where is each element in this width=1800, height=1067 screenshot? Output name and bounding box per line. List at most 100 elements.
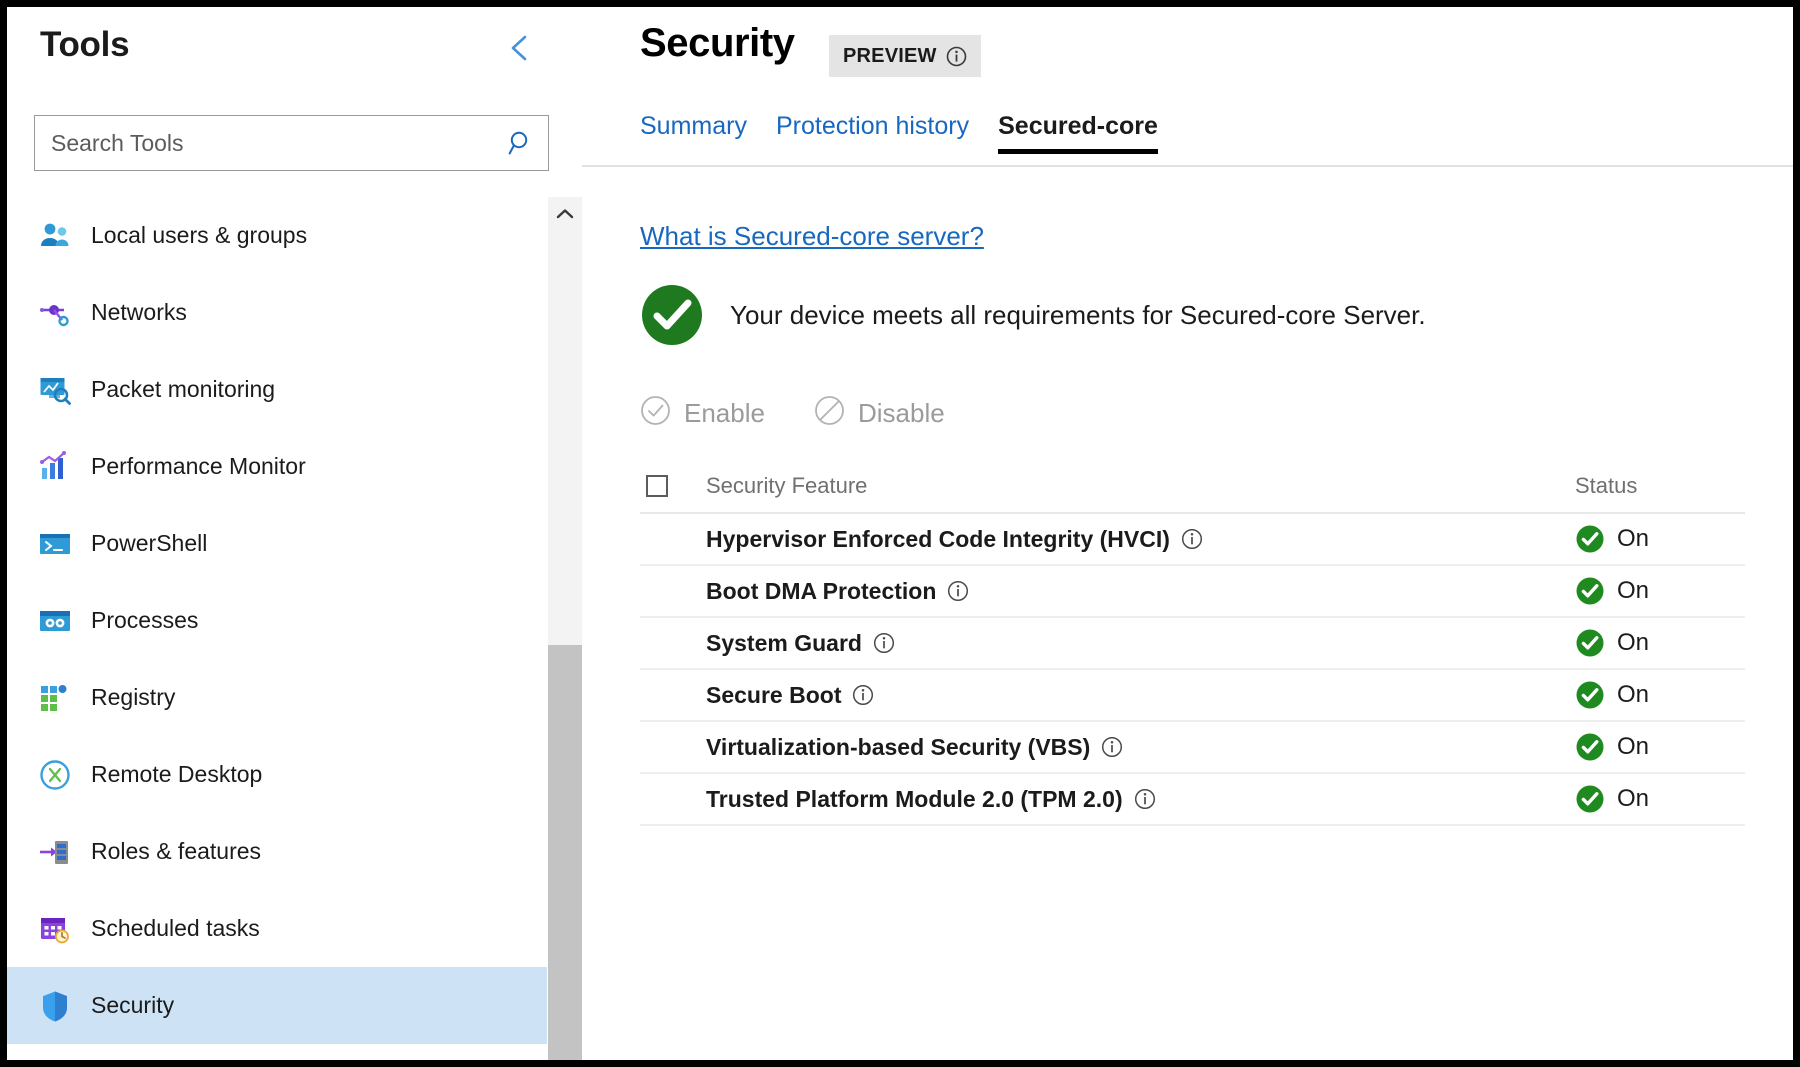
roles-features-icon (35, 832, 75, 872)
feature-cell: Secure Boot (706, 682, 1575, 709)
disable-button-label: Disable (857, 397, 945, 428)
page-title: Security (640, 21, 795, 65)
processes-icon (35, 601, 75, 641)
sidebar-item-label: Local users & groups (91, 222, 308, 248)
main-panel: Security PREVIEW Summary Protection histo… (582, 7, 1793, 1060)
tools-list: Local users & groups Networks Packet mon… (7, 197, 547, 1044)
enable-button[interactable]: Enable (640, 395, 765, 431)
remote-desktop-icon (35, 755, 75, 795)
status-cell: On (1575, 524, 1745, 554)
block-circle-icon (814, 395, 845, 431)
sidebar-item-scheduled-tasks[interactable]: Scheduled tasks (7, 890, 547, 967)
sidebar-item-label: Scheduled tasks (91, 915, 260, 941)
sidebar-item-local-users-groups[interactable]: Local users & groups (7, 197, 547, 274)
check-circle-icon (1575, 680, 1605, 710)
preview-badge-label: PREVIEW (843, 44, 937, 67)
chevron-left-icon[interactable] (503, 31, 537, 65)
sidebar-item-label: Processes (91, 607, 199, 633)
select-all-cell (646, 475, 706, 497)
info-icon[interactable] (852, 684, 874, 706)
feature-cell: Boot DMA Protection (706, 578, 1575, 605)
users-group-icon (35, 216, 75, 256)
feature-name: Boot DMA Protection (706, 577, 937, 604)
enable-button-label: Enable (684, 397, 765, 428)
feature-name: Virtualization-based Security (VBS) (706, 733, 1091, 760)
sidebar-item-performance-monitor[interactable]: Performance Monitor (7, 428, 547, 505)
tab-secured-core[interactable]: Secured-core (998, 112, 1158, 154)
check-circle-icon (640, 283, 704, 347)
status-cell: On (1575, 628, 1745, 658)
table-row[interactable]: Secure Boot On (640, 670, 1745, 722)
secured-core-body: What is Secured-core server? Your device… (582, 165, 1793, 826)
disable-button[interactable]: Disable (814, 395, 945, 431)
table-row[interactable]: Boot DMA Protection On (640, 566, 1745, 618)
sidebar-item-powershell[interactable]: PowerShell (7, 505, 547, 582)
security-feature-table: Security Feature Status Hypervisor Enfor… (640, 460, 1745, 826)
tab-summary[interactable]: Summary (640, 112, 747, 154)
status-cell: On (1575, 680, 1745, 710)
status-banner: Your device meets all requirements for S… (640, 283, 1793, 347)
info-icon[interactable] (947, 580, 969, 602)
check-circle-icon (1575, 732, 1605, 762)
powershell-icon (35, 524, 75, 564)
column-header-status: Status (1575, 473, 1638, 498)
sidebar-item-label: Networks (91, 299, 187, 325)
sidebar-item-networks[interactable]: Networks (7, 274, 547, 351)
table-body: Hypervisor Enforced Code Integrity (HVCI… (640, 514, 1745, 826)
table-row[interactable]: Virtualization-based Security (VBS) On (640, 722, 1745, 774)
tab-protection-history[interactable]: Protection history (776, 112, 969, 154)
sidebar-item-registry[interactable]: Registry (7, 659, 547, 736)
check-circle-icon (1575, 784, 1605, 814)
search-tools-box[interactable] (34, 115, 549, 171)
select-all-checkbox[interactable] (646, 475, 668, 497)
feature-cell: Hypervisor Enforced Code Integrity (HVCI… (706, 526, 1575, 553)
info-icon[interactable] (1134, 788, 1156, 810)
performance-monitor-icon (35, 447, 75, 487)
info-icon[interactable] (1181, 528, 1203, 550)
sidebar-header: Tools (7, 7, 582, 99)
status-value: On (1617, 629, 1650, 656)
window-frame: Tools Local users & groups (0, 0, 1800, 1067)
sidebar-item-processes[interactable]: Processes (7, 582, 547, 659)
search-icon[interactable] (494, 116, 548, 170)
chevron-up-icon[interactable] (548, 197, 582, 231)
info-icon[interactable] (946, 46, 967, 67)
check-circle-icon (1575, 524, 1605, 554)
search-input[interactable] (35, 116, 494, 170)
check-circle-icon (1575, 576, 1605, 606)
registry-icon (35, 678, 75, 718)
table-header-row: Security Feature Status (640, 460, 1745, 514)
sidebar-item-roles-features[interactable]: Roles & features (7, 813, 547, 890)
feature-cell: Virtualization-based Security (VBS) (706, 734, 1575, 761)
sidebar-scrollbar[interactable] (548, 197, 582, 1060)
sidebar-item-security[interactable]: Security (7, 967, 547, 1044)
info-icon[interactable] (1101, 736, 1123, 758)
sidebar-title: Tools (40, 25, 130, 64)
status-cell: On (1575, 732, 1745, 762)
info-icon[interactable] (873, 632, 895, 654)
scrollbar-thumb[interactable] (548, 645, 582, 1060)
sidebar-item-remote-desktop[interactable]: Remote Desktop (7, 736, 547, 813)
feature-cell: Trusted Platform Module 2.0 (TPM 2.0) (706, 786, 1575, 813)
preview-badge[interactable]: PREVIEW (829, 35, 981, 77)
check-circle-icon (1575, 628, 1605, 658)
feature-header-cell: Security Feature (706, 473, 1575, 499)
table-row[interactable]: Trusted Platform Module 2.0 (TPM 2.0) On (640, 774, 1745, 826)
command-bar: Enable Disable (640, 395, 1793, 431)
feature-name: System Guard (706, 629, 862, 656)
status-value: On (1617, 577, 1650, 604)
table-row[interactable]: Hypervisor Enforced Code Integrity (HVCI… (640, 514, 1745, 566)
table-row[interactable]: System Guard On (640, 618, 1745, 670)
feature-cell: System Guard (706, 630, 1575, 657)
status-value: On (1617, 681, 1650, 708)
status-message: Your device meets all requirements for S… (730, 299, 1426, 330)
what-is-secured-core-link[interactable]: What is Secured-core server? (640, 221, 984, 252)
sidebar-item-label: Packet monitoring (91, 376, 276, 402)
shield-icon (35, 986, 75, 1026)
status-header-cell: Status (1575, 473, 1745, 499)
status-cell: On (1575, 784, 1745, 814)
page-header: Security PREVIEW (582, 7, 1793, 112)
sidebar-item-label: Registry (91, 684, 176, 710)
network-icon (35, 293, 75, 333)
sidebar-item-packet-monitoring[interactable]: Packet monitoring (7, 351, 547, 428)
